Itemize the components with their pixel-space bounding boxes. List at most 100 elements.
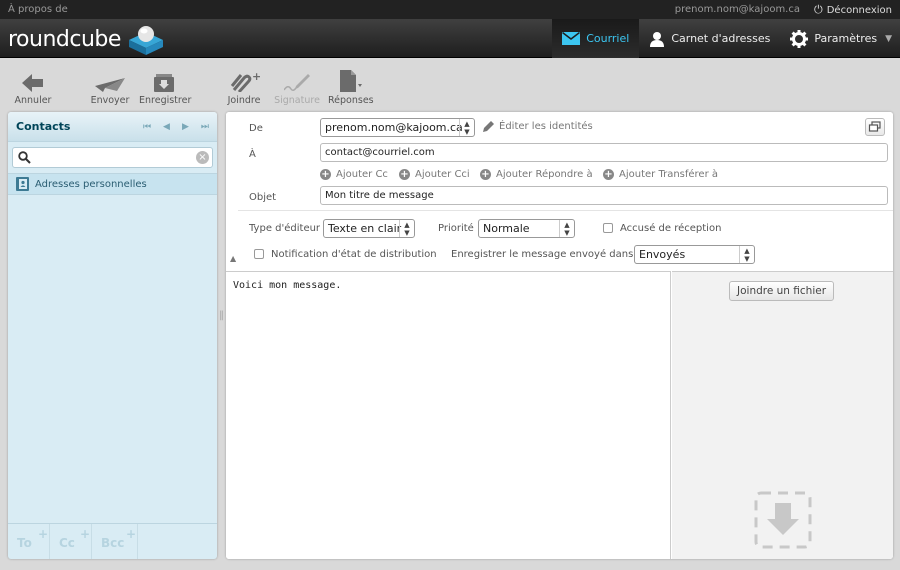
message-body-editor[interactable]: Voici mon message. <box>226 271 671 559</box>
from-select[interactable]: prenom.nom@kajoom.ca ▲ ▼ <box>320 118 475 137</box>
subject-input[interactable]: Mon titre de message <box>320 186 888 205</box>
popout-window-icon[interactable] <box>865 118 885 136</box>
pencil-icon <box>483 121 494 132</box>
drop-upload-icon[interactable] <box>754 491 812 552</box>
attachments-pane: Joindre un fichier <box>672 271 893 559</box>
about-link[interactable]: À propos de <box>8 0 68 19</box>
add-to-button[interactable]: To + <box>8 524 50 559</box>
add-bcc-link[interactable]: + Ajouter Cci <box>399 169 470 180</box>
nav-mail-label: Courriel <box>586 32 630 45</box>
first-page-icon[interactable]: ⏮ <box>143 122 151 132</box>
chevron-updown-icon: ▲ ▼ <box>559 220 574 237</box>
nav-addressbook[interactable]: Carnet d'adresses <box>639 19 780 58</box>
pen-signature-icon <box>274 70 320 92</box>
chevron-updown-icon: ▲ ▼ <box>739 246 754 263</box>
toolbar: Annuler Envoyer Enregistrer + Joindre Si… <box>0 59 900 111</box>
from-label: De <box>249 123 263 134</box>
signature-button[interactable]: Signature <box>274 70 320 106</box>
responses-label: Réponses <box>328 95 374 106</box>
logout-button[interactable]: ⏻ Déconnexion <box>814 0 892 20</box>
send-label: Envoyer <box>90 95 130 106</box>
plus-icon: + <box>126 527 137 541</box>
contacts-search-input[interactable]: × <box>12 147 213 168</box>
store-target-select[interactable]: Envoyés ▲ ▼ <box>634 245 755 264</box>
subject-value: Mon titre de message <box>325 190 434 201</box>
responses-button[interactable]: Réponses <box>328 70 374 106</box>
compose-headers: De prenom.nom@kajoom.ca ▲ ▼ Éditer les id… <box>226 112 893 270</box>
plus-circle-icon: + <box>399 169 410 180</box>
add-cc-recipient-button[interactable]: Cc + <box>50 524 92 559</box>
main-nav: Courriel Carnet d'adresses Paramètres ▼ <box>552 19 900 58</box>
add-followupto-link[interactable]: + Ajouter Transférer à <box>603 169 718 180</box>
chevron-down-icon: ▼ <box>885 33 892 44</box>
paper-plane-icon <box>89 70 131 92</box>
to-value: contact@courriel.com <box>325 147 435 158</box>
last-page-icon[interactable]: ⏭ <box>201 122 209 132</box>
panel-splitter[interactable]: ‖ <box>219 310 224 321</box>
edit-identities-link[interactable]: Éditer les identités <box>483 121 593 132</box>
to-input[interactable]: contact@courriel.com <box>320 143 888 162</box>
add-cc-link-label: Ajouter Cc <box>336 169 388 180</box>
dsn-label: Notification d'état de distribution <box>271 249 437 260</box>
next-page-icon[interactable]: ▶ <box>182 122 189 132</box>
dsn-checkbox[interactable] <box>254 249 264 259</box>
compose-panel: De prenom.nom@kajoom.ca ▲ ▼ Éditer les id… <box>226 112 893 559</box>
save-drawer-icon <box>139 70 189 92</box>
previous-page-icon[interactable]: ◀ <box>163 122 170 132</box>
add-bcc-recipient-button[interactable]: Bcc + <box>92 524 138 559</box>
editor-type-value: Texte en clair <box>328 222 402 235</box>
save-button[interactable]: Enregistrer <box>139 70 192 106</box>
nav-mail[interactable]: Courriel <box>552 19 640 58</box>
gear-icon <box>790 29 809 48</box>
edit-identities-label: Éditer les identités <box>499 121 593 132</box>
attach-button[interactable]: + Joindre <box>226 70 262 106</box>
from-value: prenom.nom@kajoom.ca <box>325 121 463 134</box>
cancel-label: Annuler <box>14 95 52 106</box>
contacts-panel: Contacts ⏮ ◀ ▶ ⏭ × Adresses personnelles… <box>8 112 217 559</box>
store-target-label: Enregistrer le message envoyé dans <box>451 249 634 260</box>
search-icon <box>18 151 31 167</box>
compose-options: Type d'éditeur Texte en clair ▲ ▼ Priorit… <box>238 210 893 270</box>
nav-settings[interactable]: Paramètres ▼ <box>780 19 900 58</box>
editor-type-label: Type d'éditeur <box>249 223 321 234</box>
cancel-button[interactable]: Annuler <box>14 70 52 106</box>
signature-label: Signature <box>274 95 320 106</box>
chevron-updown-icon: ▲ ▼ <box>459 119 474 136</box>
clear-search-icon[interactable]: × <box>196 151 209 164</box>
addressbook-icon <box>16 177 29 191</box>
cube-logo-icon <box>128 26 163 55</box>
add-to-label: To <box>17 536 32 550</box>
plus-circle-icon: + <box>603 169 614 180</box>
username: prenom.nom@kajoom.ca <box>674 4 800 15</box>
add-bcc-label: Bcc <box>101 536 125 550</box>
add-replyto-link[interactable]: + Ajouter Répondre à <box>480 169 593 180</box>
receipt-checkbox[interactable] <box>603 223 613 233</box>
plus-icon: + <box>80 527 91 541</box>
chevron-updown-icon: ▲ ▼ <box>399 220 414 237</box>
contacts-header: Contacts ⏮ ◀ ▶ ⏭ <box>8 112 217 142</box>
send-button[interactable]: Envoyer <box>89 70 131 106</box>
priority-select[interactable]: Normale ▲ ▼ <box>478 219 575 238</box>
store-target-value: Envoyés <box>639 248 686 261</box>
nav-addressbook-label: Carnet d'adresses <box>671 32 771 45</box>
add-cc-link[interactable]: + Ajouter Cc <box>320 169 388 180</box>
to-label: À <box>249 149 256 160</box>
addressbook-label: Adresses personnelles <box>35 178 147 190</box>
plus-circle-icon: + <box>320 169 331 180</box>
plus-circle-icon: + <box>480 169 491 180</box>
attach-file-button[interactable]: Joindre un fichier <box>729 281 835 301</box>
nav-settings-label: Paramètres <box>814 32 878 45</box>
svg-text:+: + <box>252 70 260 83</box>
roundcube-logo[interactable]: roundcube <box>8 22 167 56</box>
priority-value: Normale <box>483 222 530 235</box>
attach-label: Joindre <box>227 95 261 106</box>
power-icon: ⏻ <box>814 3 823 16</box>
back-arrow-icon <box>14 70 52 92</box>
collapse-headers-icon[interactable]: ▲ <box>230 254 236 263</box>
recipient-buttons: To + Cc + Bcc + <box>8 523 217 559</box>
editor-type-select[interactable]: Texte en clair ▲ ▼ <box>323 219 415 238</box>
addressbook-item-personal[interactable]: Adresses personnelles <box>8 173 217 195</box>
save-label: Enregistrer <box>139 95 192 106</box>
contacts-title: Contacts <box>16 120 71 133</box>
receipt-label: Accusé de réception <box>620 223 722 234</box>
